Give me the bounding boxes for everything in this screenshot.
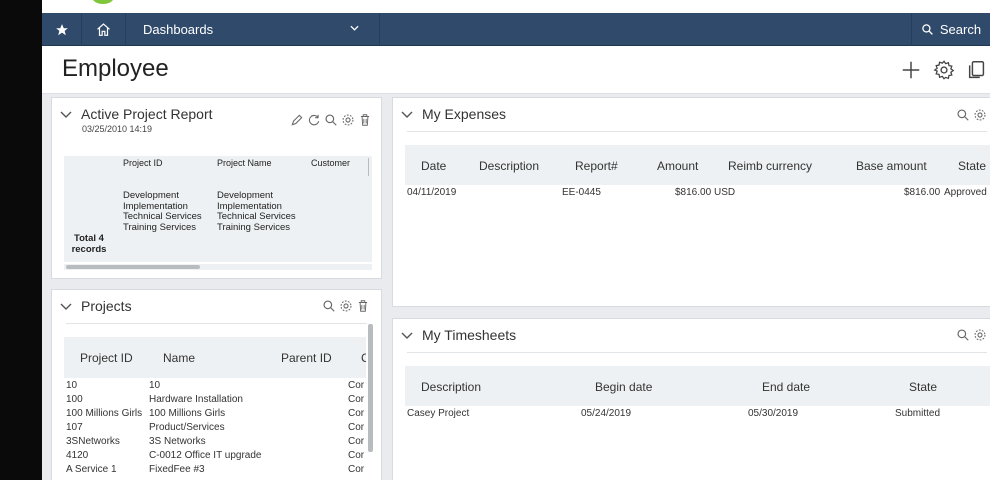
panel-toolbar — [290, 113, 372, 127]
column-divider — [368, 158, 369, 176]
copy-icon[interactable] — [966, 59, 988, 81]
page-header: Employee — [42, 46, 990, 94]
expenses-panel: My Expenses Date Description Report# Amo… — [392, 97, 990, 307]
total-records-label: Total 4 records — [71, 233, 107, 255]
gear-icon[interactable] — [973, 108, 987, 122]
vertical-scrollbar[interactable] — [368, 324, 374, 454]
divider — [407, 352, 987, 353]
panel-toolbar — [956, 108, 987, 122]
column-header: Customer — [311, 158, 351, 168]
refresh-icon[interactable] — [307, 113, 321, 127]
table-row[interactable]: 3SNetworks 3S Networks Cor — [66, 436, 366, 450]
table-row[interactable]: 100 Hardware Installation Cor — [66, 394, 366, 408]
column-header[interactable]: End date — [762, 380, 810, 394]
panel-title: Projects — [81, 298, 132, 314]
favorites-button[interactable] — [42, 13, 82, 46]
table-row[interactable]: 10 10 Cor — [66, 380, 366, 394]
left-edge — [0, 0, 42, 480]
divider — [407, 131, 987, 132]
column-header[interactable]: Reimb currency — [728, 159, 812, 173]
projects-panel: Projects Project ID Name Parent ID C 10 … — [51, 289, 382, 480]
column-header[interactable]: State — [958, 159, 986, 173]
project-id-cell: Development Implementation Technical Ser… — [123, 190, 202, 233]
search-icon — [922, 24, 933, 35]
table-row[interactable]: A Service 1 FixedFee #3 Cor — [66, 464, 366, 478]
column-header[interactable]: Description — [421, 380, 481, 394]
project-name-cell: Development Implementation Technical Ser… — [217, 190, 296, 233]
panel-title: Active Project Report — [81, 106, 213, 122]
column-header[interactable]: Description — [479, 159, 539, 173]
table-row[interactable]: 107 Product/Services Cor — [66, 422, 366, 436]
page-title: Employee — [62, 55, 169, 82]
scrollbar-thumb[interactable] — [368, 324, 373, 452]
column-header[interactable]: Amount — [657, 159, 698, 173]
table-row[interactable]: 100 Millions Girls 100 Millions Girls Co… — [66, 408, 366, 422]
search-icon[interactable] — [956, 328, 970, 342]
column-header[interactable]: Parent ID — [281, 351, 332, 365]
panel-toolbar — [322, 299, 370, 313]
timesheets-panel: My Timesheets Description Begin date End… — [392, 318, 990, 480]
logo-strip — [42, 0, 990, 13]
scrollbar-thumb[interactable] — [66, 265, 200, 269]
dashboards-label: Dashboards — [143, 22, 214, 37]
search-button[interactable]: Search — [911, 13, 990, 46]
trash-icon[interactable] — [356, 299, 370, 313]
logo-icon — [92, 0, 114, 4]
horizontal-scrollbar[interactable] — [64, 264, 372, 270]
star-icon — [55, 23, 68, 35]
column-header[interactable]: Name — [163, 351, 195, 365]
column-header: Project ID — [123, 158, 163, 168]
trash-icon[interactable] — [358, 113, 372, 127]
pencil-icon[interactable] — [290, 113, 304, 127]
search-label: Search — [939, 22, 982, 37]
search-icon[interactable] — [322, 299, 336, 313]
active-project-report-panel: Active Project Report 03/25/2010 14:19 P… — [51, 97, 382, 279]
search-icon[interactable] — [956, 108, 970, 122]
table-row[interactable]: 4120 C-0012 Office IT upgrade Cor — [66, 450, 366, 464]
home-button[interactable] — [82, 13, 126, 46]
dashboards-dropdown[interactable]: Dashboards — [126, 13, 380, 46]
gear-icon[interactable] — [973, 328, 987, 342]
top-nav: Dashboards Search — [42, 13, 990, 46]
chevron-down-icon[interactable] — [401, 331, 413, 340]
column-header[interactable]: Base amount — [856, 159, 927, 173]
panel-title: My Timesheets — [422, 327, 517, 343]
gear-icon[interactable] — [933, 59, 955, 81]
panel-toolbar — [956, 328, 987, 342]
column-header[interactable]: Project ID — [80, 351, 133, 365]
column-header[interactable]: C — [361, 351, 366, 365]
divider — [66, 323, 367, 324]
table-header — [405, 366, 990, 406]
gear-icon[interactable] — [341, 113, 355, 127]
search-icon[interactable] — [324, 113, 338, 127]
table-row[interactable]: Casey Project 05/24/2019 05/30/2019 Subm… — [407, 408, 990, 422]
chevron-down-icon[interactable] — [60, 110, 72, 119]
home-icon — [97, 22, 110, 36]
column-header[interactable]: Report# — [575, 159, 618, 173]
column-header[interactable]: State — [909, 380, 937, 394]
chevron-down-icon[interactable] — [401, 110, 413, 119]
table-row[interactable]: 04/11/2019 EE-0445 $816.00 USD $816.00 A… — [407, 187, 990, 201]
chevron-down-icon[interactable] — [60, 302, 72, 311]
column-header[interactable]: Date — [421, 159, 446, 173]
column-header: Project Name — [217, 158, 272, 168]
report-timestamp: 03/25/2010 14:19 — [82, 124, 153, 134]
gear-icon[interactable] — [339, 299, 353, 313]
plus-icon[interactable] — [900, 59, 922, 81]
panel-title: My Expenses — [422, 106, 507, 122]
column-header[interactable]: Begin date — [595, 380, 652, 394]
chevron-down-icon — [350, 25, 359, 31]
